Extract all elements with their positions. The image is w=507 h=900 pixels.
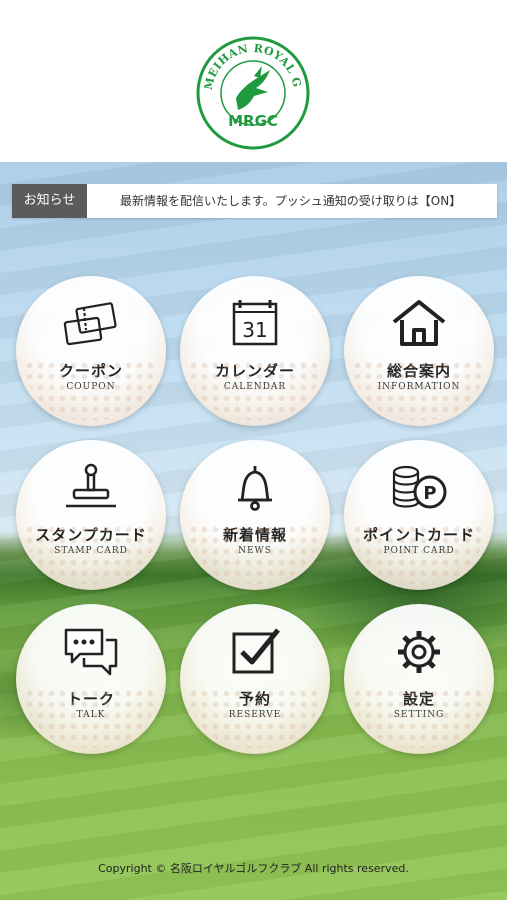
checkbox-icon bbox=[232, 628, 280, 674]
notice-label: お知らせ bbox=[12, 184, 87, 218]
menu-coupon-button[interactable]: クーポン COUPON bbox=[16, 276, 166, 426]
notice-message[interactable]: 最新情報を配信いたします。プッシュ通知の受け取りは【ON】 bbox=[120, 184, 493, 218]
notice-bar[interactable]: お知らせ 最新情報を配信いたします。プッシュ通知の受け取りは【ON】 bbox=[12, 184, 497, 218]
logo-abbrev: MRGC bbox=[228, 112, 278, 130]
menu-reserve-button[interactable]: 予約 RESERVE bbox=[180, 604, 330, 754]
menu-label-ja: トーク bbox=[66, 690, 115, 708]
bell-icon bbox=[238, 466, 272, 511]
app-header: MEIHAN ROYAL GOLF CLUB MRGC bbox=[0, 0, 507, 162]
menu-label-ja: クーポン bbox=[58, 362, 123, 380]
menu-label-en: POINT CARD bbox=[383, 546, 455, 556]
menu-setting-button[interactable]: 設定 SETTING bbox=[344, 604, 494, 754]
menu-label-en: COUPON bbox=[66, 382, 116, 392]
menu-label-ja: ポイントカード bbox=[362, 526, 475, 544]
menu-label-ja: スタンプカード bbox=[35, 526, 147, 544]
menu-label-ja: 予約 bbox=[238, 690, 271, 708]
coupon-icon bbox=[63, 302, 117, 346]
point-p-text: P bbox=[423, 483, 436, 504]
menu-label-en: INFORMATION bbox=[377, 382, 461, 392]
menu-label-ja: カレンダー bbox=[214, 362, 295, 380]
menu-label-en: NEWS bbox=[238, 546, 272, 556]
menu-label-en: RESERVE bbox=[228, 710, 282, 720]
menu-talk-button[interactable]: トーク TALK bbox=[16, 604, 166, 754]
menu-label-ja: 総合案内 bbox=[386, 362, 451, 380]
menu-news-button[interactable]: 新着情報 NEWS bbox=[180, 440, 330, 590]
club-logo: MEIHAN ROYAL GOLF CLUB MRGC bbox=[196, 36, 310, 150]
calendar-icon: 31 bbox=[232, 300, 278, 346]
menu-label-ja: 設定 bbox=[402, 690, 435, 708]
menu-stamp-card-button[interactable]: スタンプカード STAMP CARD bbox=[16, 440, 166, 590]
menu-point-card-button[interactable]: P ポイントカード POINT CARD bbox=[344, 440, 494, 590]
calendar-day-text: 31 bbox=[242, 318, 267, 342]
menu-label-en: CALENDAR bbox=[223, 382, 287, 392]
menu-label-ja: 新着情報 bbox=[222, 526, 287, 544]
house-icon bbox=[392, 300, 446, 346]
coins-icon: P bbox=[392, 465, 447, 509]
gear-icon bbox=[398, 631, 440, 673]
menu-label-en: STAMP CARD bbox=[54, 546, 128, 556]
chat-icon bbox=[64, 628, 118, 676]
stamp-icon bbox=[66, 463, 116, 508]
menu-calendar-button[interactable]: 31 カレンダー CALENDAR bbox=[180, 276, 330, 426]
menu-label-en: TALK bbox=[76, 710, 106, 720]
menu-label-en: SETTING bbox=[393, 710, 445, 720]
copyright-text: Copyright © 名阪ロイヤルゴルフクラブ All rights rese… bbox=[98, 862, 409, 875]
menu-information-button[interactable]: 総合案内 INFORMATION bbox=[344, 276, 494, 426]
